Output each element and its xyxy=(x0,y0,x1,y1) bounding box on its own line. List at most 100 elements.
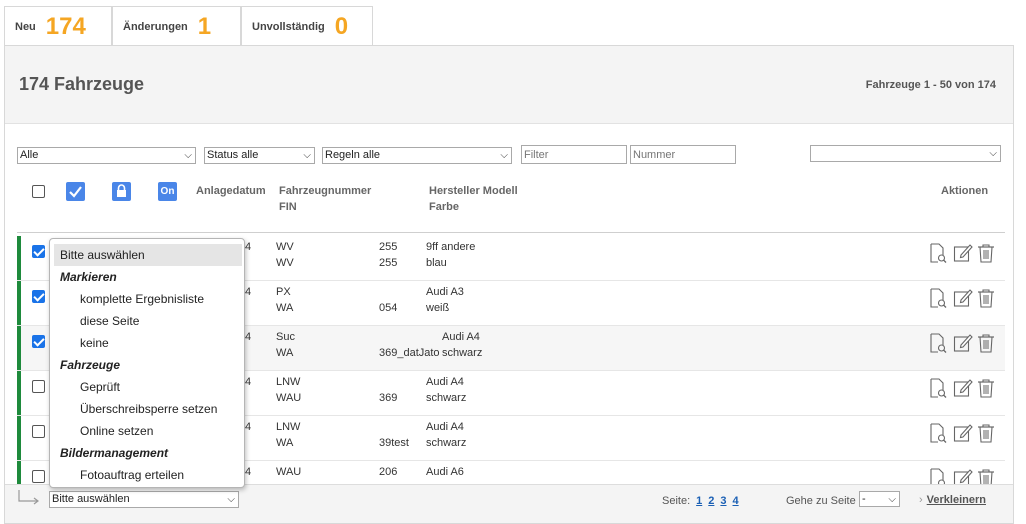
edit-icon[interactable] xyxy=(953,333,973,353)
page-label: Seite: xyxy=(662,495,691,507)
page-link-4[interactable]: 4 xyxy=(733,495,739,507)
checked-column-icon[interactable] xyxy=(66,182,85,201)
row-fin-tail: 054 xyxy=(379,302,398,314)
row-date: 4 xyxy=(245,466,252,478)
row-vehicle-number: Suc xyxy=(276,331,295,343)
goto-page-label: Gehe zu Seite xyxy=(786,495,856,507)
row-checkbox[interactable] xyxy=(32,425,45,438)
row-fin: WA xyxy=(276,347,294,359)
online-column-icon[interactable]: On xyxy=(158,182,177,201)
row-date: 4 xyxy=(245,286,252,298)
option-mark-page[interactable]: diese Seite xyxy=(50,310,244,332)
optgroup-mark: Markieren xyxy=(60,270,117,284)
row-fin: WV xyxy=(276,257,294,269)
row-color: schwarz xyxy=(426,437,467,449)
edit-icon[interactable] xyxy=(953,423,973,443)
row-checkbox[interactable] xyxy=(32,470,45,483)
row-vehicle-number: PX xyxy=(276,286,291,298)
list-header xyxy=(5,46,1013,124)
counter-changes[interactable]: Änderungen 1 xyxy=(112,6,241,46)
filter-input[interactable] xyxy=(521,145,627,164)
delete-icon[interactable] xyxy=(977,333,995,353)
row-color: blau xyxy=(426,257,447,269)
row-vehicle-number: LNW xyxy=(276,421,301,433)
row-status-bar xyxy=(17,371,21,415)
view-details-icon[interactable] xyxy=(929,243,947,263)
rules-filter-select[interactable]: Regeln alle ⌵ xyxy=(322,147,512,164)
row-date: 4 xyxy=(245,421,252,433)
right-filter-select[interactable]: ⌵ xyxy=(810,145,1001,162)
row-model: Audi A6 xyxy=(426,466,464,478)
option-mark-all-results[interactable]: komplette Ergebnisliste xyxy=(50,288,244,310)
goto-page-value: - xyxy=(862,493,866,505)
counter-changes-value: 1 xyxy=(197,12,212,40)
bulk-action-value: Bitte auswählen xyxy=(52,493,130,505)
row-checkbox[interactable] xyxy=(32,335,45,348)
goto-page-select[interactable]: - ⌵ xyxy=(859,491,900,507)
delete-icon[interactable] xyxy=(977,288,995,308)
row-color: schwarz xyxy=(442,347,483,359)
row-status-bar xyxy=(17,236,21,280)
view-details-icon[interactable] xyxy=(929,333,947,353)
delete-icon[interactable] xyxy=(977,423,995,443)
delete-icon[interactable] xyxy=(977,378,995,398)
collapse-link[interactable]: › Verkleinern xyxy=(919,494,986,506)
page-link-2[interactable]: 2 xyxy=(708,495,714,507)
col-fin[interactable]: FIN xyxy=(279,199,297,215)
counter-incomplete-value: 0 xyxy=(334,12,349,40)
chevron-down-icon: ⌵ xyxy=(500,150,508,161)
row-actions xyxy=(929,288,995,308)
delete-icon[interactable] xyxy=(977,243,995,263)
col-color[interactable]: Farbe xyxy=(429,199,459,215)
counter-incomplete[interactable]: Unvollständig 0 xyxy=(241,6,373,46)
view-details-icon[interactable] xyxy=(929,423,947,443)
option-mark-none[interactable]: keine xyxy=(50,332,244,354)
option-checked[interactable]: Geprüft xyxy=(50,376,244,398)
header-divider xyxy=(17,232,1005,233)
counter-new[interactable]: Neu 174 xyxy=(4,6,112,46)
row-vehicle-number-tail: 255 xyxy=(379,241,398,253)
row-vehicle-number: WV xyxy=(276,241,294,253)
col-vehicle-number[interactable]: Fahrzeugnummer xyxy=(279,183,371,199)
lock-column-icon[interactable] xyxy=(112,182,131,201)
col-make-model[interactable]: Hersteller Modell xyxy=(429,183,518,199)
row-fin: WAU xyxy=(276,392,302,404)
row-checkbox[interactable] xyxy=(32,380,45,393)
option-set-online[interactable]: Online setzen xyxy=(50,420,244,442)
chevron-down-icon: ⌵ xyxy=(227,494,235,505)
row-date: 4 xyxy=(245,241,252,253)
edit-icon[interactable] xyxy=(953,288,973,308)
option-photo-order[interactable]: Fotoauftrag erteilen xyxy=(50,464,244,486)
row-fin-tail: 369_datJato xyxy=(379,347,440,359)
status-filter-select[interactable]: Status alle ⌵ xyxy=(204,147,315,164)
counter-bar: Neu 174 Änderungen 1 Unvollständig 0 xyxy=(4,6,373,46)
view-details-icon[interactable] xyxy=(929,378,947,398)
row-status-bar xyxy=(17,281,21,325)
chevron-down-icon: ⌵ xyxy=(184,150,192,161)
number-input[interactable] xyxy=(630,145,736,164)
page-link-1[interactable]: 1 xyxy=(696,495,702,507)
option-overwrite-lock[interactable]: Überschreibsperre setzen xyxy=(50,398,244,420)
col-created[interactable]: Anlagedatum xyxy=(196,183,266,199)
row-vehicle-number-tail: 206 xyxy=(379,466,398,478)
type-filter-value: Alle xyxy=(20,149,39,161)
row-fin: WA xyxy=(276,302,294,314)
type-filter-select[interactable]: Alle ⌵ xyxy=(17,147,196,164)
row-status-bar xyxy=(17,416,21,460)
edit-icon[interactable] xyxy=(953,378,973,398)
bulk-action-select[interactable]: Bitte auswählen ⌵ xyxy=(49,491,239,508)
select-all-checkbox[interactable] xyxy=(32,185,45,198)
page-link-3[interactable]: 3 xyxy=(720,495,726,507)
rules-filter-value: Regeln alle xyxy=(325,149,381,161)
col-actions: Aktionen xyxy=(941,185,989,197)
row-checkbox[interactable] xyxy=(32,290,45,303)
row-date: 4 xyxy=(245,331,252,343)
optgroup-image-management: Bildermanagement xyxy=(60,446,169,460)
edit-icon[interactable] xyxy=(953,243,973,263)
optgroup-vehicles: Fahrzeuge xyxy=(60,358,121,372)
option-please-select[interactable]: Bitte auswählen xyxy=(54,244,242,266)
row-vehicle-number: WAU xyxy=(276,466,302,478)
view-details-icon[interactable] xyxy=(929,288,947,308)
counter-new-label: Neu xyxy=(15,20,36,33)
row-checkbox[interactable] xyxy=(32,245,45,258)
